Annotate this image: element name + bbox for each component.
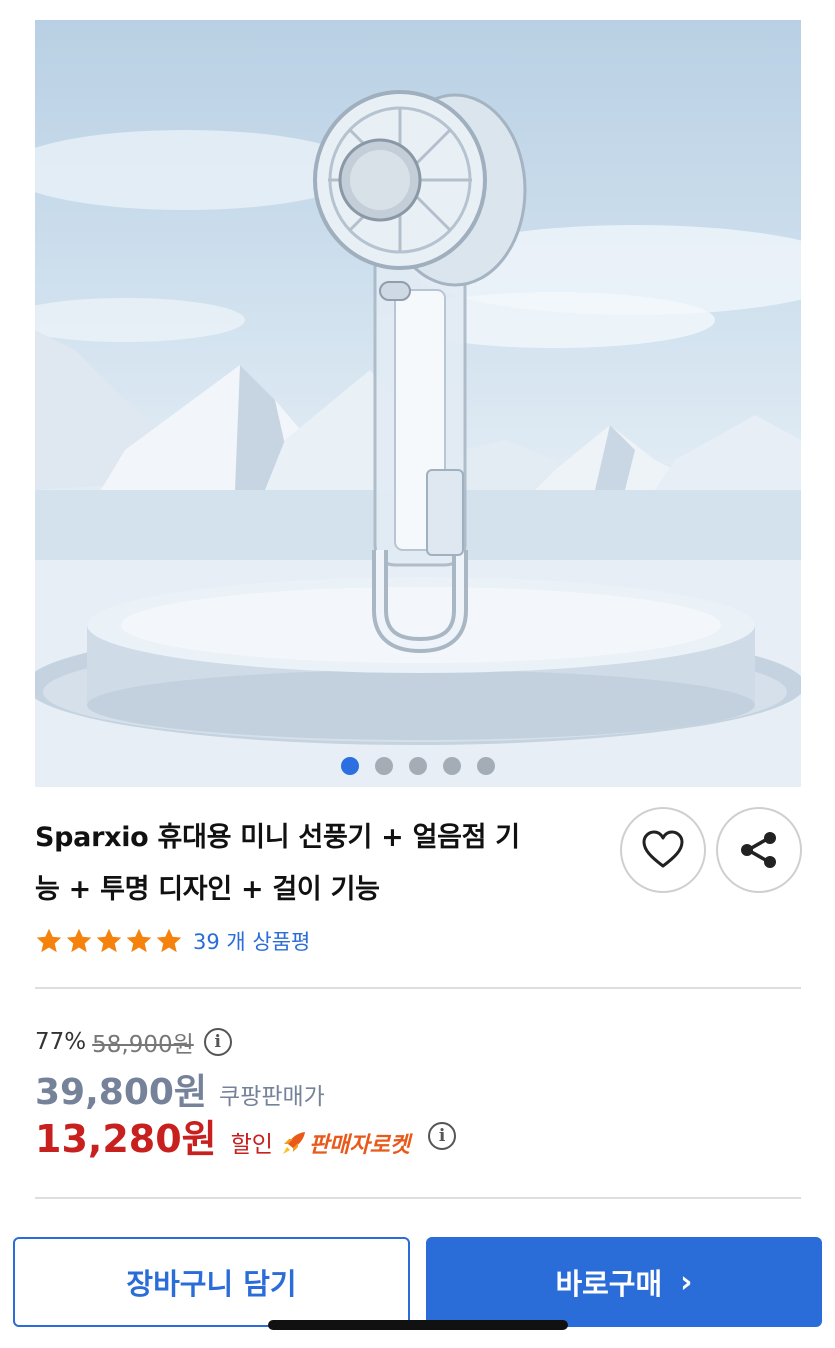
discount-rate: 77% (35, 1029, 87, 1055)
share-button[interactable] (716, 807, 802, 893)
carousel-indicator[interactable] (35, 757, 801, 775)
share-icon (741, 832, 776, 868)
carousel-dot-4[interactable] (443, 757, 461, 775)
final-price: 13,280원 (35, 1117, 217, 1161)
rocket-delivery-badge: 판매자로켓 (281, 1127, 410, 1159)
product-title: Sparxio 휴대용 미니 선풍기 + 얼음점 기 능 + 투명 디자인 + … (35, 812, 595, 916)
rocket-delivery-label: 판매자로켓 (308, 1133, 411, 1158)
star-icon (96, 928, 122, 953)
product-title-line-2: 능 + 투명 디자인 + 걸이 기능 (35, 874, 380, 905)
carousel-dot-5[interactable] (477, 757, 495, 775)
final-price-row: 13,280원 할인 판매자로켓 i (35, 1108, 457, 1163)
discount-row: 77% 58,900원 i (35, 1025, 232, 1059)
wishlist-button[interactable] (620, 807, 706, 893)
product-title-line-1: Sparxio 휴대용 미니 선풍기 + 얼음점 기 (35, 822, 520, 853)
product-image (35, 90, 801, 787)
home-indicator (268, 1320, 568, 1330)
star-icon (36, 928, 62, 953)
carousel-dot-1[interactable] (341, 757, 359, 775)
final-price-label: 할인 (230, 1132, 273, 1158)
star-icon (126, 928, 152, 953)
divider (35, 1197, 801, 1199)
original-price: 58,900원 (92, 1032, 194, 1058)
rating-row[interactable]: 39 개 상품평 (35, 925, 310, 957)
star-icon (156, 928, 182, 953)
heart-icon (642, 830, 684, 868)
star-rating (35, 927, 183, 955)
info-icon[interactable]: i (203, 1028, 232, 1056)
star-icon (66, 928, 92, 953)
carousel-dot-3[interactable] (409, 757, 427, 775)
product-image-carousel[interactable] (35, 20, 801, 787)
buy-now-label: 바로구매 (555, 1267, 663, 1301)
chevron-right-icon: › (680, 1264, 693, 1300)
sale-price-label: 쿠팡판매가 (219, 1084, 325, 1110)
carousel-dot-2[interactable] (375, 757, 393, 775)
buy-now-button[interactable]: 바로구매 › (426, 1237, 822, 1327)
add-to-cart-button[interactable]: 장바구니 담기 (13, 1237, 410, 1327)
info-icon[interactable]: i (428, 1121, 457, 1150)
rocket-icon (282, 1132, 305, 1154)
review-count-link[interactable]: 39 개 상품평 (193, 926, 310, 956)
divider (35, 987, 801, 989)
